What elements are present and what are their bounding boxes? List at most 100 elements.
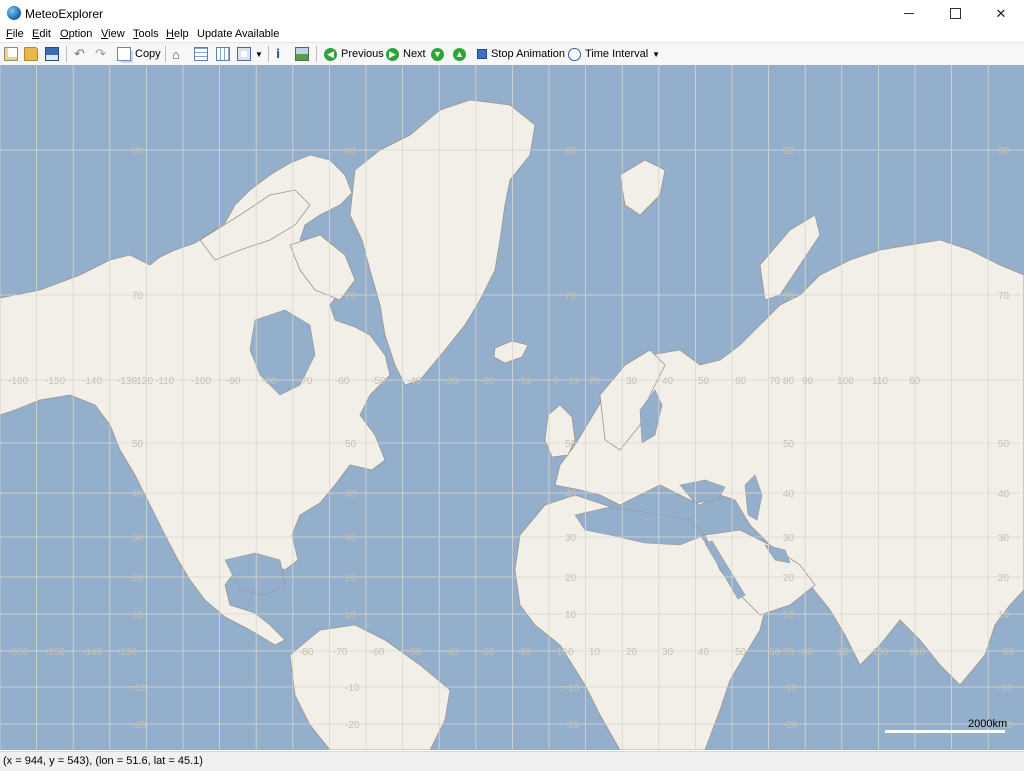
longitude-label: 110	[872, 376, 888, 387]
longitude-label: 0	[553, 376, 559, 387]
chevron-down-icon: ▼	[652, 49, 661, 59]
copy-icon	[117, 47, 131, 61]
longitude-label: 50	[735, 647, 747, 658]
latitude-label: 80	[998, 146, 1010, 157]
save-button[interactable]	[45, 46, 59, 62]
longitude-label: -20	[517, 647, 532, 658]
menu-option[interactable]: Option	[60, 28, 92, 40]
redo-button[interactable]: ↷	[95, 46, 106, 62]
longitude-label: 10	[589, 647, 601, 658]
minimize-button[interactable]	[886, 0, 932, 27]
longitude-label: -10	[517, 376, 532, 387]
open-folder-button[interactable]	[24, 46, 38, 62]
close-button[interactable]: ✕	[978, 0, 1024, 27]
longitude-label: 80	[802, 647, 814, 658]
image-button[interactable]	[295, 46, 309, 62]
close-icon: ✕	[995, 5, 1007, 21]
arrow-down-icon: ▼	[431, 47, 444, 61]
cursor-coordinates: (x = 944, y = 543), (lon = 51.6, lat = 4…	[3, 755, 203, 767]
info-button[interactable]: ⅰ	[276, 46, 280, 62]
longitude-label: -40	[444, 647, 459, 658]
stop-animation-button[interactable]: Stop Animation	[477, 46, 565, 62]
grid-button[interactable]	[194, 46, 208, 62]
latitude-label: -20	[783, 720, 798, 731]
latitude-label: 70	[783, 291, 795, 302]
copy-label: Copy	[135, 48, 161, 60]
undo-button[interactable]: ↶	[74, 46, 85, 62]
latitude-label: 40	[783, 489, 795, 500]
status-bar: (x = 944, y = 543), (lon = 51.6, lat = 4…	[0, 751, 1024, 771]
view-mode-dropdown[interactable]: ▼	[237, 46, 263, 62]
title-bar: MeteoExplorer ✕	[0, 0, 1024, 27]
latitude-label: 30	[783, 533, 795, 544]
longitude-label: -80	[299, 647, 314, 658]
longitude-label: -110	[155, 376, 175, 387]
latitude-label: 50	[565, 439, 577, 450]
longitude-label: -150	[45, 647, 65, 658]
home-button[interactable]: ⌂	[172, 46, 180, 62]
latitude-label: 40	[565, 489, 577, 500]
step-up-button[interactable]: ▲	[453, 46, 466, 62]
latitude-label: 80	[783, 146, 795, 157]
menu-view[interactable]: View	[101, 28, 125, 40]
menu-help[interactable]: Help	[166, 28, 189, 40]
longitude-label: -150	[45, 376, 65, 387]
longitude-label: -30	[444, 376, 459, 387]
info-icon: ⅰ	[276, 47, 281, 61]
previous-button[interactable]: ◀ Previous	[324, 46, 384, 62]
latitude-label: 10	[783, 610, 795, 621]
map-view[interactable]: -160 -150 -140 -130 -120 -110 -100 -90 -80 -70 -60…	[0, 65, 1024, 750]
latitude-label: -10	[783, 683, 798, 694]
world-map[interactable]: -160 -150 -140 -130-120 -110 -100 -90 -80 -70 -60…	[0, 65, 1024, 750]
menu-edit[interactable]: Edit	[32, 28, 51, 40]
latitude-label: 20	[783, 573, 795, 584]
maximize-button[interactable]	[932, 0, 978, 27]
longitude-label: 90	[837, 647, 849, 658]
latitude-label: 50	[783, 439, 795, 450]
latitude-label: 70	[998, 291, 1010, 302]
menu-update-available[interactable]: Update Available	[197, 28, 279, 40]
layout-button[interactable]	[216, 46, 230, 62]
longitude-label: -60	[370, 647, 385, 658]
toolbar-separator	[268, 46, 269, 62]
clock-icon	[568, 47, 581, 61]
arrow-right-icon: ▶	[386, 47, 399, 61]
latitude-label: 80	[132, 146, 144, 157]
folder-icon	[24, 47, 38, 61]
longitude-label: 90	[802, 376, 814, 387]
latitude-label: -20	[345, 720, 360, 731]
grid-icon	[194, 47, 208, 61]
latitude-label: -10	[345, 683, 360, 694]
latitude-label: 70	[132, 291, 144, 302]
step-down-button[interactable]: ▼	[431, 46, 444, 62]
latitude-label: 50	[132, 439, 144, 450]
longitude-label: -120	[133, 376, 153, 387]
longitude-label: 20	[626, 647, 638, 658]
previous-label: Previous	[341, 48, 384, 60]
latitude-label: 10	[345, 610, 357, 621]
new-file-button[interactable]	[4, 46, 18, 62]
longitude-label: 80	[783, 376, 795, 387]
home-icon: ⌂	[172, 46, 180, 62]
next-label: Next	[403, 48, 426, 60]
latitude-label: 20	[132, 573, 144, 584]
latitude-label: 30	[565, 533, 577, 544]
time-interval-dropdown[interactable]: Time Interval ▼	[568, 46, 660, 62]
latitude-label: 30	[998, 533, 1010, 544]
latitude-label: -20	[565, 720, 580, 731]
latitude-label: 20	[565, 573, 577, 584]
longitude-label: 40	[662, 376, 674, 387]
arrow-left-icon: ◀	[324, 47, 337, 61]
longitude-label: 70	[769, 376, 781, 387]
next-button[interactable]: ▶ Next	[386, 46, 426, 62]
time-interval-label: Time Interval	[585, 48, 649, 60]
copy-button[interactable]: Copy	[117, 46, 161, 62]
menu-tools[interactable]: Tools	[133, 28, 159, 40]
longitude-label: 30	[662, 647, 674, 658]
window-icon	[237, 47, 251, 61]
toolbar-separator	[165, 46, 166, 62]
menu-file[interactable]: File	[6, 28, 24, 40]
save-icon	[45, 47, 59, 61]
latitude-label: 40	[132, 489, 144, 500]
longitude-label: -130	[117, 647, 137, 658]
